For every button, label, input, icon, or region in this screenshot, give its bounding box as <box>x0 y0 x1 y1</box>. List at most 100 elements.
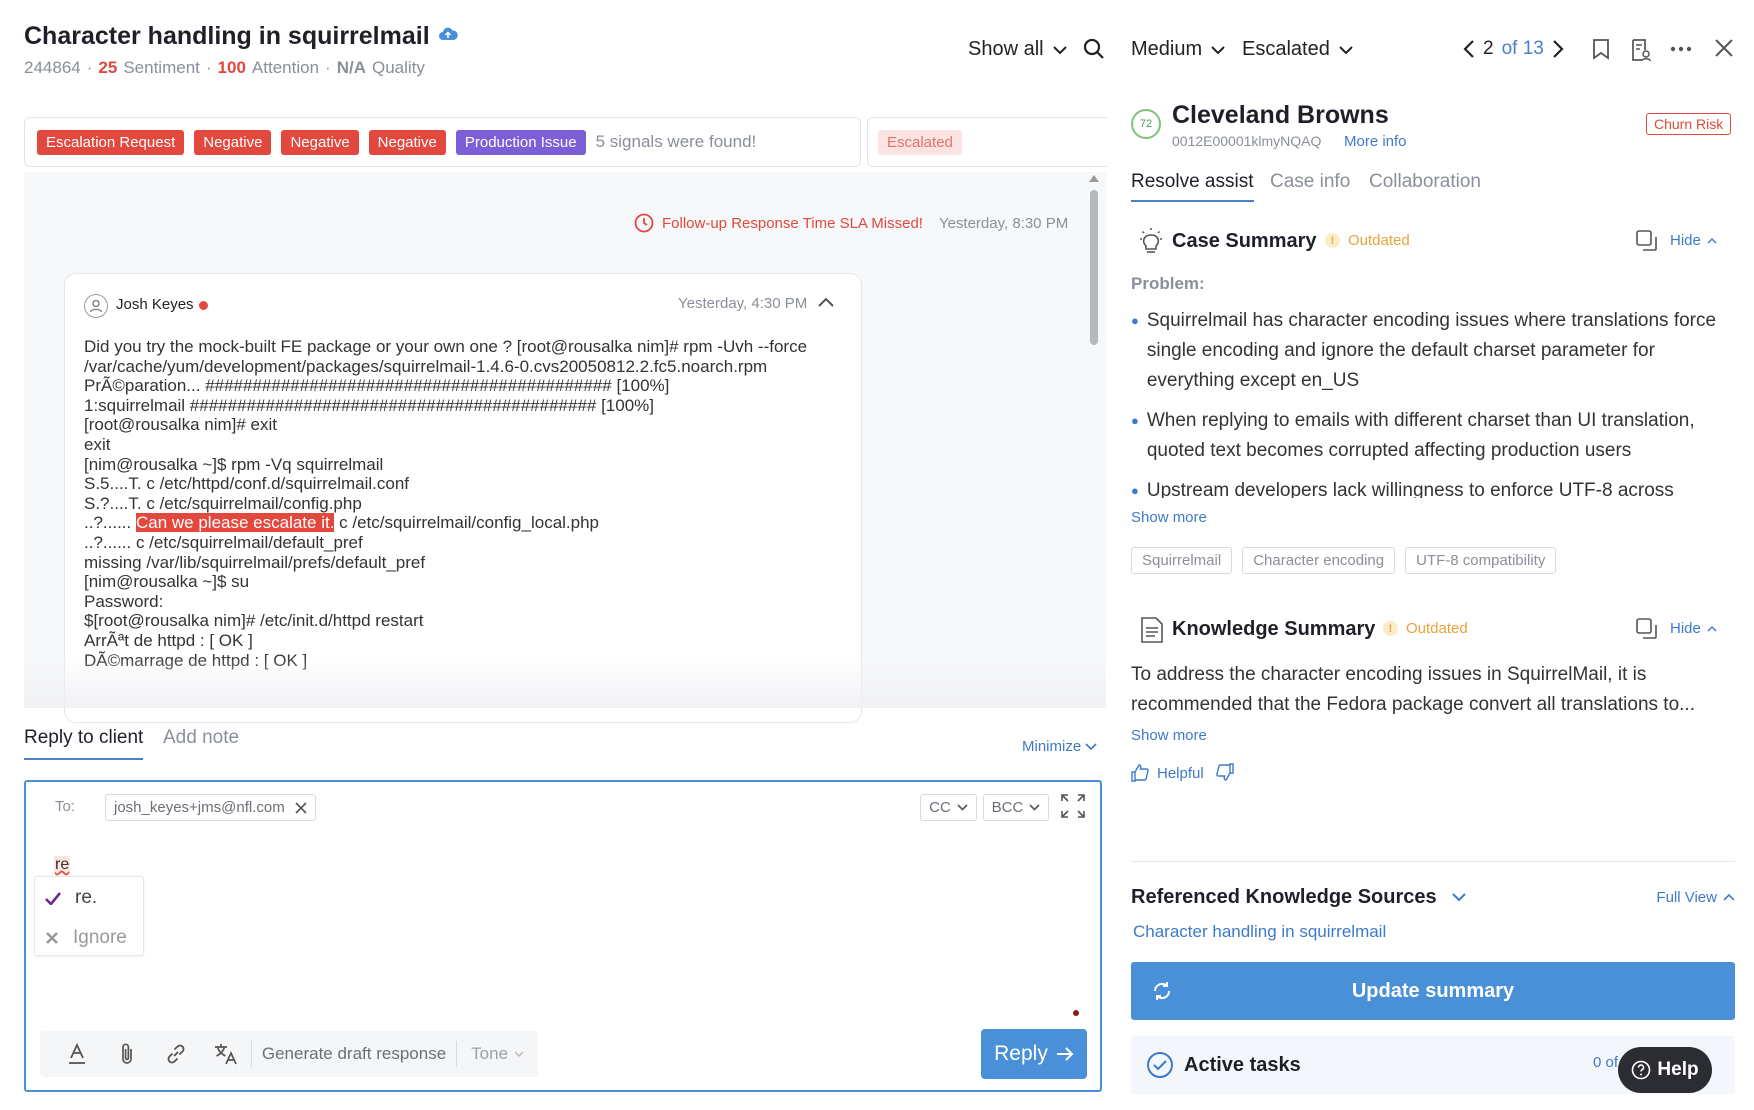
chevron-up-icon[interactable] <box>817 296 835 308</box>
chevron-right-icon[interactable] <box>1552 39 1564 59</box>
tone-dropdown[interactable]: Tone <box>457 1044 538 1064</box>
attention-label: Attention <box>251 58 320 77</box>
unread-dot <box>199 301 208 310</box>
scrollbar[interactable] <box>1090 190 1098 345</box>
refresh-icon <box>1151 980 1173 1002</box>
bcc-dropdown[interactable]: BCC <box>983 794 1049 821</box>
message-line: [nim@rousalka ~]$ su <box>84 572 250 592</box>
tone-label: Tone <box>471 1044 509 1063</box>
warning-icon: ! <box>1383 621 1398 636</box>
priority-dropdown[interactable]: Medium <box>1131 38 1226 61</box>
bookmark-icon[interactable] <box>1592 38 1610 60</box>
more-icon[interactable] <box>1670 46 1692 52</box>
close-icon[interactable] <box>295 801 307 814</box>
suggestion-ignore[interactable]: Ignore <box>45 927 127 949</box>
hide-case-summary[interactable]: Hide <box>1670 232 1717 249</box>
chevron-left-icon[interactable] <box>1463 39 1475 59</box>
hide-label: Hide <box>1670 232 1701 249</box>
list-item: ● Upstream developers lack willingness to… <box>1131 476 1734 498</box>
scroll-up-icon[interactable] <box>1088 173 1100 183</box>
case-summary-bullets: ● Squirrelmail has character encoding iss… <box>1131 306 1734 498</box>
generate-draft-button[interactable]: Generate draft response <box>252 1044 456 1064</box>
knowledge-source-link[interactable]: Character handling in squirrelmail <box>1133 922 1386 942</box>
chevron-down-icon <box>1339 45 1353 54</box>
signal-tag[interactable]: Escalation Request <box>37 129 185 155</box>
lightbulb-icon <box>1138 227 1164 255</box>
message-line: Password: <box>84 591 164 611</box>
chevron-up-icon <box>1723 893 1735 901</box>
sentiment-label: Sentiment <box>123 58 200 77</box>
signal-tag[interactable]: Production Issue <box>455 129 586 155</box>
account-id: 0012E00001klmyNQAQ <box>1172 133 1322 149</box>
suggestion-label: re. <box>75 887 98 908</box>
topic-chips: Squirrelmail Character encoding UTF-8 co… <box>1131 547 1557 574</box>
update-summary-button[interactable]: Update summary <box>1131 962 1735 1020</box>
copy-icon[interactable] <box>1636 230 1658 252</box>
helpful-button[interactable]: Helpful <box>1131 764 1204 782</box>
health-score: 72 <box>1131 109 1161 139</box>
show-all-dropdown[interactable]: Show all <box>968 38 1068 61</box>
contacts-icon[interactable] <box>1630 38 1652 62</box>
priority-label: Medium <box>1131 38 1203 60</box>
full-view-label: Full View <box>1656 888 1717 906</box>
tab-collaboration[interactable]: Collaboration <box>1369 171 1481 193</box>
escalation-highlight[interactable]: Can we please escalate it. <box>135 513 335 533</box>
cc-dropdown[interactable]: CC <box>920 794 977 821</box>
chevron-down-icon <box>1029 804 1040 811</box>
expand-icon[interactable] <box>1060 793 1086 819</box>
topic-chip[interactable]: UTF-8 compatibility <box>1405 547 1557 574</box>
minimize-button[interactable]: Minimize <box>1022 738 1097 755</box>
chevron-down-icon <box>1211 45 1225 54</box>
state-dropdown[interactable]: Escalated <box>1242 38 1354 61</box>
message-line: Did you try the mock-built FE package or… <box>84 337 808 356</box>
sentiment-value: 25 <box>98 58 118 77</box>
signal-tag[interactable]: Negative <box>368 129 446 155</box>
tab-add-note[interactable]: Add note <box>163 727 239 749</box>
help-button[interactable]: Help <box>1618 1047 1712 1093</box>
typed-text[interactable]: re <box>54 856 71 874</box>
chevron-up-icon <box>1707 237 1717 243</box>
recipient-chip[interactable]: josh_keyes+jms@nfl.com <box>105 794 316 821</box>
topic-chip[interactable]: Squirrelmail <box>1131 547 1233 574</box>
search-icon[interactable] <box>1083 38 1105 60</box>
signal-tag[interactable]: Negative <box>194 129 272 155</box>
warning-icon: ! <box>1325 233 1340 248</box>
conversation-fade <box>24 655 1106 708</box>
thumbs-up-icon <box>1131 764 1149 782</box>
chevron-down-icon <box>1451 893 1466 902</box>
link-icon[interactable] <box>151 1042 201 1066</box>
tab-resolve-assist[interactable]: Resolve assist <box>1131 171 1254 202</box>
active-tasks-title: Active tasks <box>1184 1053 1301 1076</box>
ref-sources-title: Referenced Knowledge Sources <box>1131 885 1437 908</box>
chevron-down-icon <box>957 804 968 811</box>
more-info-link[interactable]: More info <box>1344 133 1407 150</box>
avatar <box>84 294 108 318</box>
show-more-link[interactable]: Show more <box>1131 727 1207 744</box>
copy-icon[interactable] <box>1636 618 1658 640</box>
topic-chip[interactable]: Character encoding <box>1242 547 1396 574</box>
ignore-label: Ignore <box>73 927 127 948</box>
hide-knowledge-summary[interactable]: Hide <box>1670 620 1717 637</box>
translate-icon[interactable] <box>201 1042 251 1066</box>
signal-tag[interactable]: Negative <box>281 129 359 155</box>
reply-button[interactable]: Reply <box>981 1029 1087 1079</box>
referenced-sources-header[interactable]: Referenced Knowledge Sources Full View <box>1131 872 1735 922</box>
full-view-button[interactable]: Full View <box>1656 889 1735 906</box>
line-prefix: ..?...... <box>84 513 132 533</box>
tab-case-info[interactable]: Case info <box>1270 171 1350 193</box>
suggestion-accept[interactable]: re. <box>45 887 97 909</box>
chevron-down-icon <box>1052 45 1067 54</box>
show-more-link[interactable]: Show more <box>1131 509 1207 526</box>
status-box: Escalated <box>867 117 1107 167</box>
bullet-text: When replying to emails with different c… <box>1146 410 1695 461</box>
tab-reply-to-client[interactable]: Reply to client <box>24 727 144 760</box>
pager: 2 of 13 <box>1463 38 1564 60</box>
state-label: Escalated <box>1242 38 1330 60</box>
close-icon[interactable] <box>1714 38 1734 58</box>
attachment-icon[interactable] <box>102 1042 152 1066</box>
page-title: Character handling in squirrelmail <box>24 22 430 50</box>
message-line: exit <box>84 434 111 454</box>
thumbs-down-icon[interactable] <box>1216 763 1234 781</box>
outdated-label: Outdated <box>1406 620 1468 637</box>
text-format-icon[interactable] <box>52 1043 102 1065</box>
